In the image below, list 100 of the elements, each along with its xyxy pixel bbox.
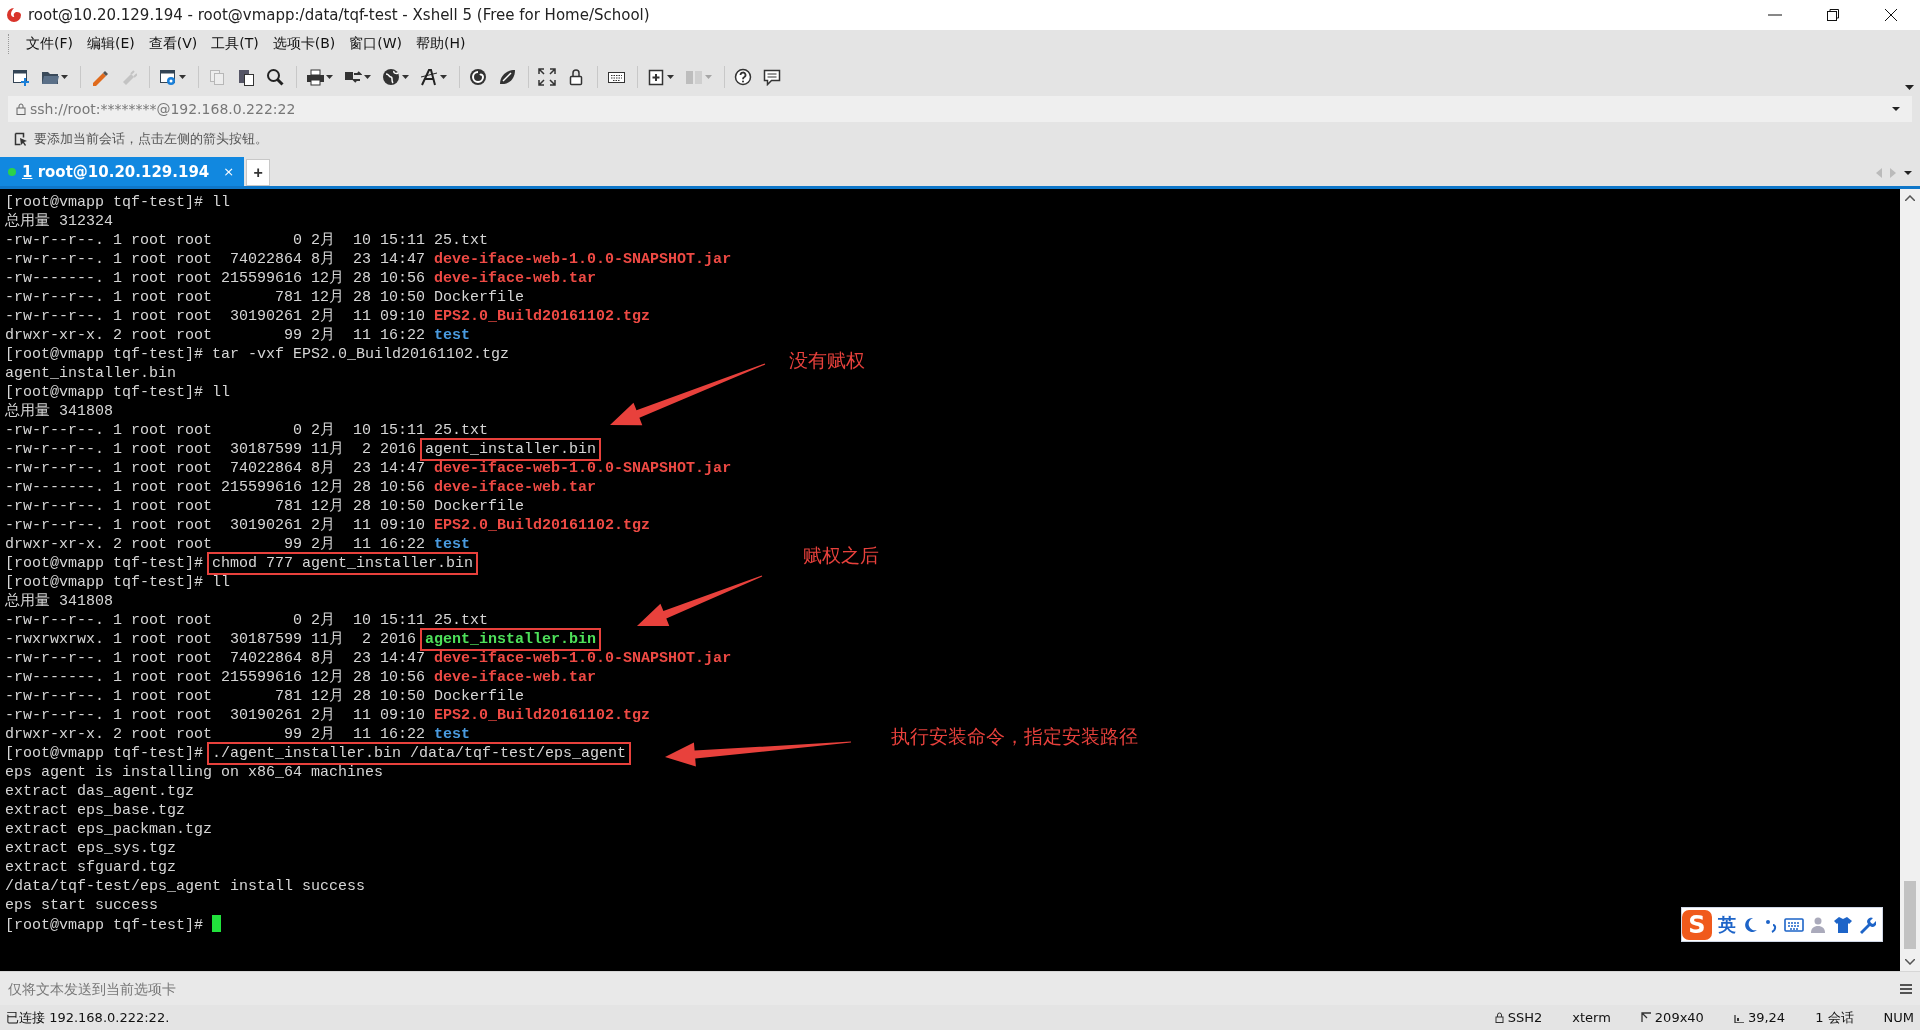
paste-icon [237, 68, 255, 86]
terminal-text: /data/tqf-test/eps_agent install success [5, 878, 366, 895]
search-icon [266, 68, 284, 86]
copy-icon [208, 68, 226, 86]
moon-icon[interactable] [1742, 915, 1758, 934]
terminal-text: -rw-r--r--. 1 root root 781 12月 28 10:50 Dockerfile [5, 289, 525, 306]
caret-icon[interactable] [1892, 107, 1900, 111]
caret-icon [364, 75, 371, 79]
terminal-text: -rw-r--r--. 1 root root 30190261 2月 11 09:10 [5, 308, 427, 325]
wrench-icon[interactable] [1858, 915, 1876, 934]
directory-name: test [434, 726, 471, 743]
terminal-text: -rw-r--r--. 1 root root 30190261 2月 11 09:10 [5, 517, 427, 534]
terminal-text: [root@vmapp tqf-test]# ll [5, 574, 231, 591]
lock-icon [1493, 1012, 1505, 1023]
file-name: deve-iface-web-1.0.0-SNAPSHOT.jar [434, 650, 732, 667]
terminal-text: extract eps_base.tgz [5, 802, 186, 819]
terminal-text: -rw-r--r--. 1 root root 781 12月 28 10:50 Dockerfile [5, 498, 525, 515]
terminal-text: extract das_agent.tgz [5, 783, 195, 800]
menu-item[interactable]: 选项卡(B) [265, 32, 343, 56]
terminal-text: -rw-r--r--. 1 root root 0 2月 10 15:11 25.txt [5, 612, 489, 629]
terminal-text: -rw-r--r--. 1 root root 781 12月 28 10:50 Dockerfile [5, 688, 525, 705]
terminal-text: -rw-------. 1 root root 215599616 12月 28 10:56 [5, 669, 427, 686]
caret-icon [440, 75, 447, 79]
boxed-text: agent_installer.bin [420, 628, 602, 651]
terminal-text: agent_installer.bin [5, 365, 177, 382]
caret-icon [667, 75, 674, 79]
terminal-text: eps agent is installing on x86_64 machines [5, 764, 384, 781]
terminal-text: -rw-r--r--. 1 root root 30190261 2月 11 09:10 [5, 707, 427, 724]
terminal-text: drwxr-xr-x. 2 root root 99 2月 11 16:22 [5, 327, 427, 344]
new-tab-button[interactable]: + [246, 159, 271, 186]
layout-icon [685, 68, 703, 86]
status-text: 39,24 [1747, 1010, 1786, 1025]
leaf-icon [498, 68, 516, 86]
terminal-text: drwxr-xr-x. 2 root root 99 2月 11 16:22 [5, 536, 427, 553]
terminal-text: extract eps_sys.tgz [5, 840, 177, 857]
menu-item[interactable]: 文件(F) [19, 32, 80, 56]
resize-icon [1640, 1012, 1652, 1023]
close-icon [1883, 7, 1899, 23]
pen-icon [90, 68, 108, 86]
file-name: deve-iface-web.tar [434, 479, 597, 496]
terminal-text: eps start success [5, 897, 159, 914]
tab-label: 1 root@10.20.129.194 [22, 162, 210, 181]
fullscreen-icon [538, 68, 556, 86]
file-name: deve-iface-web-1.0.0-SNAPSHOT.jar [434, 251, 732, 268]
status-text: SSH2 [1507, 1010, 1543, 1025]
terminal-text: -rwxrwxrwx. 1 root root 30187599 11月 2 2016 [5, 631, 418, 648]
lock-icon [567, 68, 585, 86]
session-tab[interactable]: 1 root@10.20.129.194 × [0, 157, 245, 186]
tab-close-button[interactable]: × [223, 164, 235, 179]
shirt-icon[interactable] [1834, 915, 1852, 934]
new-window-icon [12, 68, 30, 86]
window-title: root@10.20.129.194 - root@vmapp:/data/tqf-test - Xshell 5 (Free for Home/School) [28, 6, 651, 24]
chat-icon [763, 68, 781, 86]
minimize-icon [1768, 14, 1782, 16]
terminal-text: 总用量 341808 [5, 403, 113, 420]
terminal-text: -rw-r--r--. 1 root root 74022864 8月 23 14:47 [5, 251, 427, 268]
font-icon [420, 68, 438, 86]
menu-item[interactable]: 编辑(E) [80, 32, 142, 56]
keyboard-icon[interactable] [1784, 916, 1804, 933]
caret-icon[interactable] [1905, 84, 1914, 90]
scrollbar[interactable] [1900, 189, 1920, 971]
terminal-text: -rw-------. 1 root root 215599616 12月 28 10:56 [5, 479, 427, 496]
ime-mode-button[interactable]: 英 [1718, 912, 1736, 937]
restore-icon [1825, 7, 1841, 23]
menu-item[interactable]: 查看(V) [141, 32, 205, 56]
terminal-text: [root@vmapp tqf-test]# [5, 555, 205, 572]
menu-item[interactable]: 窗口(W) [342, 32, 410, 56]
file-name: EPS2.0_Build20161102.tgz [434, 707, 651, 724]
file-name: deve-iface-web-1.0.0-SNAPSHOT.jar [434, 460, 732, 477]
arrow-icon[interactable] [14, 131, 28, 146]
status-text: NUM [1883, 1010, 1914, 1025]
menu-item[interactable]: 帮助(H) [409, 32, 473, 56]
status-text: 209x40 [1654, 1010, 1704, 1025]
terminal-text: -rw-------. 1 root root 215599616 12月 28 10:56 [5, 270, 427, 287]
scrollbar-thumb[interactable] [1904, 881, 1916, 949]
menu-item[interactable]: 工具(T) [204, 32, 266, 56]
terminal-text: 总用量 341808 [5, 593, 113, 610]
annotation-text: 执行安装命令，指定安装路径 [890, 724, 1138, 749]
directory-name: test [434, 327, 471, 344]
caret-icon [705, 75, 712, 79]
terminal-text: -rw-r--r--. 1 root root 0 2月 10 15:11 25.txt [5, 232, 489, 249]
terminal-text: [root@vmapp tqf-test]# ll [5, 384, 231, 401]
caret-icon [179, 75, 186, 79]
lock-icon [16, 103, 26, 115]
terminal-text: [root@vmapp tqf-test]# [5, 917, 205, 934]
terminal-text: [root@vmapp tqf-test]# ll [5, 194, 231, 211]
terminal-text: [root@vmapp tqf-test]# tar -vxf EPS2.0_Build20161102.tgz [5, 346, 510, 363]
directory-name: test [434, 536, 471, 553]
terminal-text: [root@vmapp tqf-test]# [5, 745, 205, 762]
caret-icon[interactable] [1904, 171, 1912, 175]
annotation-text: 没有赋权 [789, 348, 865, 373]
terminal-text: -rw-r--r--. 1 root root 30187599 11月 2 2016 [5, 441, 418, 458]
caret-icon [61, 75, 68, 79]
terminal-text: extract eps_packman.tgz [5, 821, 213, 838]
terminal-text: drwxr-xr-x. 2 root root 99 2月 11 16:22 [5, 726, 427, 743]
window-gear-icon [159, 68, 177, 86]
status-text: xterm [1572, 1010, 1611, 1025]
terminal-text: 总用量 312324 [5, 213, 113, 230]
app-logo-icon [6, 7, 22, 23]
printer-icon [306, 68, 324, 86]
